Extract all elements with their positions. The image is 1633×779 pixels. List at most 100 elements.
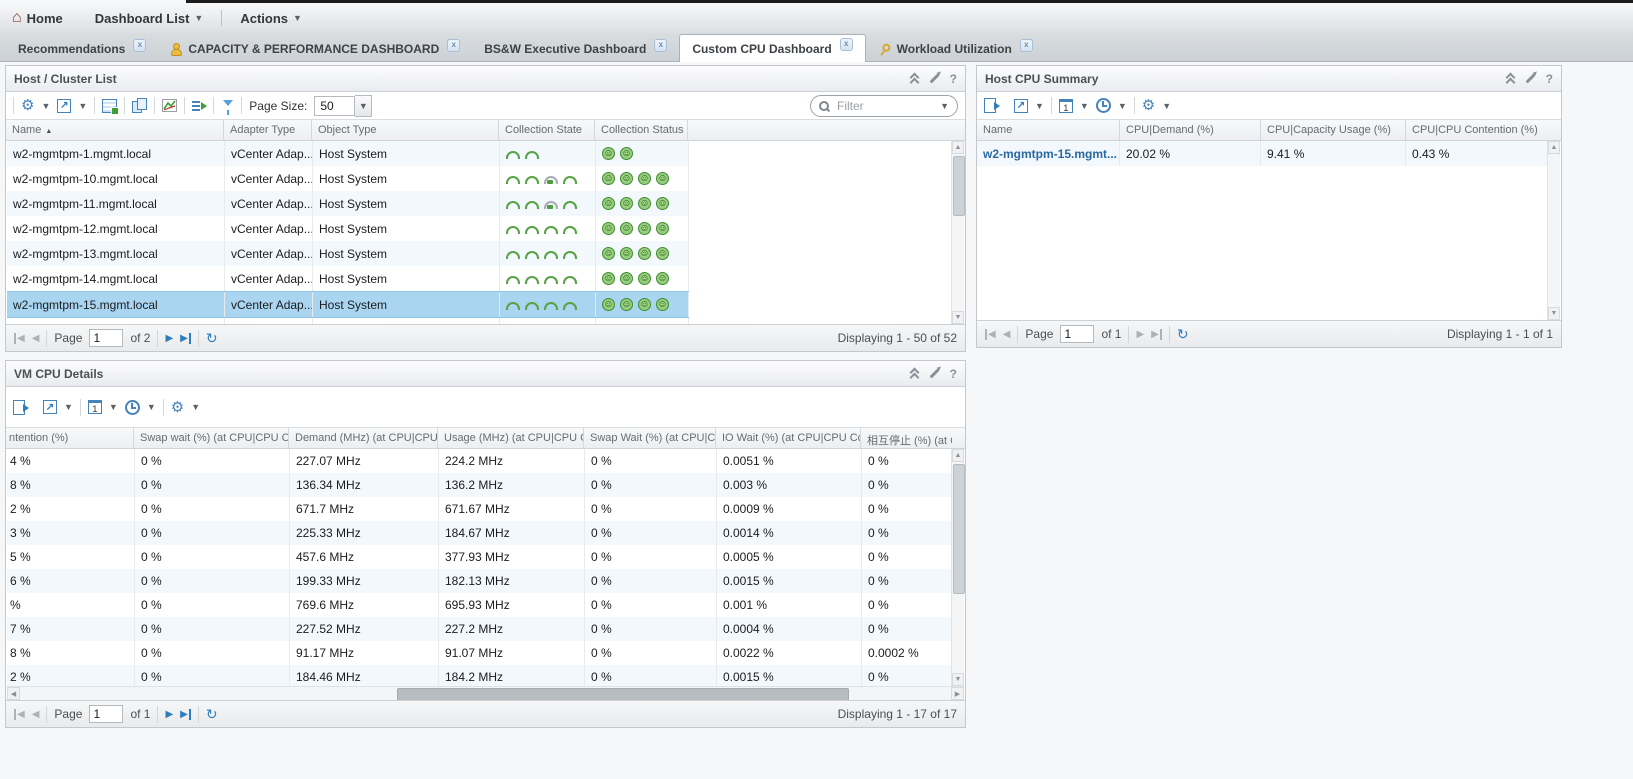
chevron-down-icon[interactable]: ▼: [64, 402, 73, 412]
calendar-icon[interactable]: [88, 400, 102, 414]
table-row[interactable]: w2-mgmtpm-10.mgmt.localvCenter Adap...Ho…: [7, 166, 689, 191]
close-icon[interactable]: [1020, 39, 1033, 52]
tab-custom-cpu-dashboard[interactable]: Custom CPU Dashboard: [679, 34, 865, 62]
scrollbar-thumb[interactable]: [953, 464, 965, 594]
export-icon[interactable]: [984, 98, 996, 113]
host-link[interactable]: w2-mgmtpm-15.mgmt...: [983, 147, 1117, 161]
collapse-icon[interactable]: [1505, 74, 1515, 84]
next-page-icon[interactable]: [165, 709, 173, 720]
clock-icon[interactable]: [1096, 98, 1111, 113]
open-in-external-icon[interactable]: ↗: [1014, 99, 1028, 113]
vertical-scrollbar[interactable]: ▲ ▼: [1547, 141, 1560, 320]
chevron-down-icon[interactable]: ▼: [355, 95, 372, 117]
table-row[interactable]: w2-mgmtpm-1.mgmt.localvCenter Adap...Hos…: [7, 141, 689, 166]
prev-page-icon[interactable]: [1003, 329, 1011, 340]
page-input[interactable]: [1060, 325, 1094, 343]
scroll-down-icon[interactable]: ▼: [952, 311, 964, 324]
scroll-right-icon[interactable]: ▶: [951, 687, 964, 700]
column-header-demand-mhz[interactable]: Demand (MHz) (at CPU|CPU C: [289, 428, 438, 448]
chevron-down-icon[interactable]: ▼: [109, 402, 118, 412]
close-icon[interactable]: [654, 39, 667, 52]
prev-page-icon[interactable]: [32, 709, 40, 720]
filter-icon[interactable]: [221, 99, 234, 112]
column-header-contention[interactable]: ntention (%): [6, 428, 134, 448]
tab-recommendations[interactable]: Recommendations: [6, 37, 158, 61]
collapse-icon[interactable]: [909, 74, 919, 84]
scroll-up-icon[interactable]: ▲: [952, 449, 964, 462]
refresh-icon[interactable]: ↻: [206, 332, 218, 344]
scroll-down-icon[interactable]: ▼: [1548, 307, 1560, 320]
gear-icon[interactable]: ⚙: [1142, 98, 1155, 113]
table-row[interactable]: w2-mgmtpm-12.mgmt.localvCenter Adap...Ho…: [7, 216, 689, 241]
scroll-up-icon[interactable]: ▲: [952, 141, 964, 154]
close-icon[interactable]: [133, 39, 146, 52]
gear-icon[interactable]: ⚙: [171, 400, 184, 415]
export-icon[interactable]: [13, 400, 25, 415]
help-icon[interactable]: ?: [950, 72, 957, 86]
menu-actions[interactable]: Actions ▼: [226, 3, 316, 33]
first-page-icon[interactable]: [14, 333, 25, 344]
table-row[interactable]: w2-mgmtpm-15.mgmt... 20.02 % 9.41 % 0.43…: [977, 141, 1548, 166]
table-row[interactable]: 8 %0 %91.17 MHz91.07 MHz0 %0.0022 %0.000…: [7, 641, 951, 665]
next-page-icon[interactable]: [1136, 329, 1144, 340]
tab-capacity-performance[interactable]: CAPACITY & PERFORMANCE DASHBOARD: [158, 37, 472, 61]
refresh-icon[interactable]: ↻: [206, 708, 218, 720]
scroll-left-icon[interactable]: ◀: [7, 687, 20, 700]
clock-icon[interactable]: [125, 400, 140, 415]
collapse-icon[interactable]: [909, 369, 919, 379]
table-row[interactable]: w2-mgmtpm-13.mgmt.localvCenter Adap...Ho…: [7, 241, 689, 266]
edit-icon[interactable]: [1525, 74, 1535, 84]
table-row[interactable]: w2-mgmtpm-11.mgmt.localvCenter Adap...Ho…: [7, 191, 689, 216]
chevron-down-icon[interactable]: ▼: [191, 402, 200, 412]
next-page-icon[interactable]: [165, 333, 173, 344]
last-page-icon[interactable]: [1151, 329, 1162, 340]
chevron-down-icon[interactable]: ▼: [41, 101, 50, 111]
vertical-scrollbar[interactable]: ▲ ▼: [951, 141, 964, 324]
chevron-down-icon[interactable]: ▼: [1162, 101, 1171, 111]
page-size-combo[interactable]: 50 ▼: [314, 95, 372, 117]
first-page-icon[interactable]: [14, 709, 25, 720]
table-row[interactable]: %0 %769.6 MHz695.93 MHz0 %0.001 %0 %: [7, 593, 951, 617]
table-row[interactable]: 6 %0 %199.33 MHz182.13 MHz0 %0.0015 %0 %: [7, 569, 951, 593]
refresh-icon[interactable]: ↻: [1177, 328, 1189, 340]
table-row[interactable]: 3 %0 %225.33 MHz184.67 MHz0 %0.0014 %0 %: [7, 521, 951, 545]
vertical-scrollbar[interactable]: ▲ ▼: [951, 449, 964, 686]
prev-page-icon[interactable]: [32, 333, 40, 344]
column-header-name[interactable]: Name: [977, 120, 1120, 140]
help-icon[interactable]: ?: [1546, 72, 1553, 86]
scroll-up-icon[interactable]: ▲: [1548, 141, 1560, 154]
table-row[interactable]: 8 %0 %136.34 MHz136.2 MHz0 %0.003 %0 %: [7, 473, 951, 497]
column-header-cpu-capacity-usage[interactable]: CPU|Capacity Usage (%): [1261, 120, 1406, 140]
last-page-icon[interactable]: [180, 333, 191, 344]
column-header-adapter-type[interactable]: Adapter Type: [224, 120, 312, 140]
copy-icon[interactable]: [132, 98, 147, 113]
gear-icon[interactable]: ⚙: [21, 98, 34, 113]
table-row[interactable]: 4 %0 %227.07 MHz224.2 MHz0 %0.0051 %0 %: [7, 449, 951, 473]
column-header-name[interactable]: Name▲: [6, 120, 224, 140]
column-header-cpu-contention[interactable]: CPU|CPU Contention (%): [1406, 120, 1548, 140]
table-row[interactable]: 2 %0 %671.7 MHz671.67 MHz0 %0.0009 %0 %: [7, 497, 951, 521]
column-header-io-wait[interactable]: IO Wait (%) (at CPU|CPU Conte: [716, 428, 861, 448]
close-icon[interactable]: [840, 38, 853, 51]
open-in-external-icon[interactable]: ↗: [43, 400, 57, 414]
column-header-object-type[interactable]: Object Type: [312, 120, 499, 140]
column-header-collection-status[interactable]: Collection Status: [595, 120, 688, 140]
chevron-down-icon[interactable]: ▼: [1035, 101, 1044, 111]
menu-home[interactable]: ⌂ Home: [10, 3, 77, 33]
last-page-icon[interactable]: [180, 709, 191, 720]
calendar-icon[interactable]: [1059, 99, 1073, 113]
column-header-costop[interactable]: 相互停止 (%) (at CPU|CPU: [861, 428, 952, 448]
table-row[interactable]: w2-mgmtpm-14.mgmt.localvCenter Adap...Ho…: [7, 266, 689, 291]
table-row[interactable]: 2 %0 %184.46 MHz184.2 MHz0 %0.0015 %0 %: [7, 665, 951, 686]
chevron-down-icon[interactable]: ▼: [1080, 101, 1089, 111]
open-in-external-icon[interactable]: ↗: [57, 99, 71, 113]
column-header-collection-state[interactable]: Collection State: [499, 120, 595, 140]
filter-input[interactable]: [835, 98, 934, 114]
tab-workload-utilization[interactable]: Workload Utilization: [866, 37, 1045, 61]
first-page-icon[interactable]: [985, 329, 996, 340]
scrollbar-thumb[interactable]: [953, 156, 965, 216]
edit-icon[interactable]: [929, 369, 939, 379]
edit-icon[interactable]: [929, 74, 939, 84]
horizontal-scrollbar[interactable]: ◀ ▶: [7, 686, 964, 700]
page-input[interactable]: [89, 329, 123, 347]
